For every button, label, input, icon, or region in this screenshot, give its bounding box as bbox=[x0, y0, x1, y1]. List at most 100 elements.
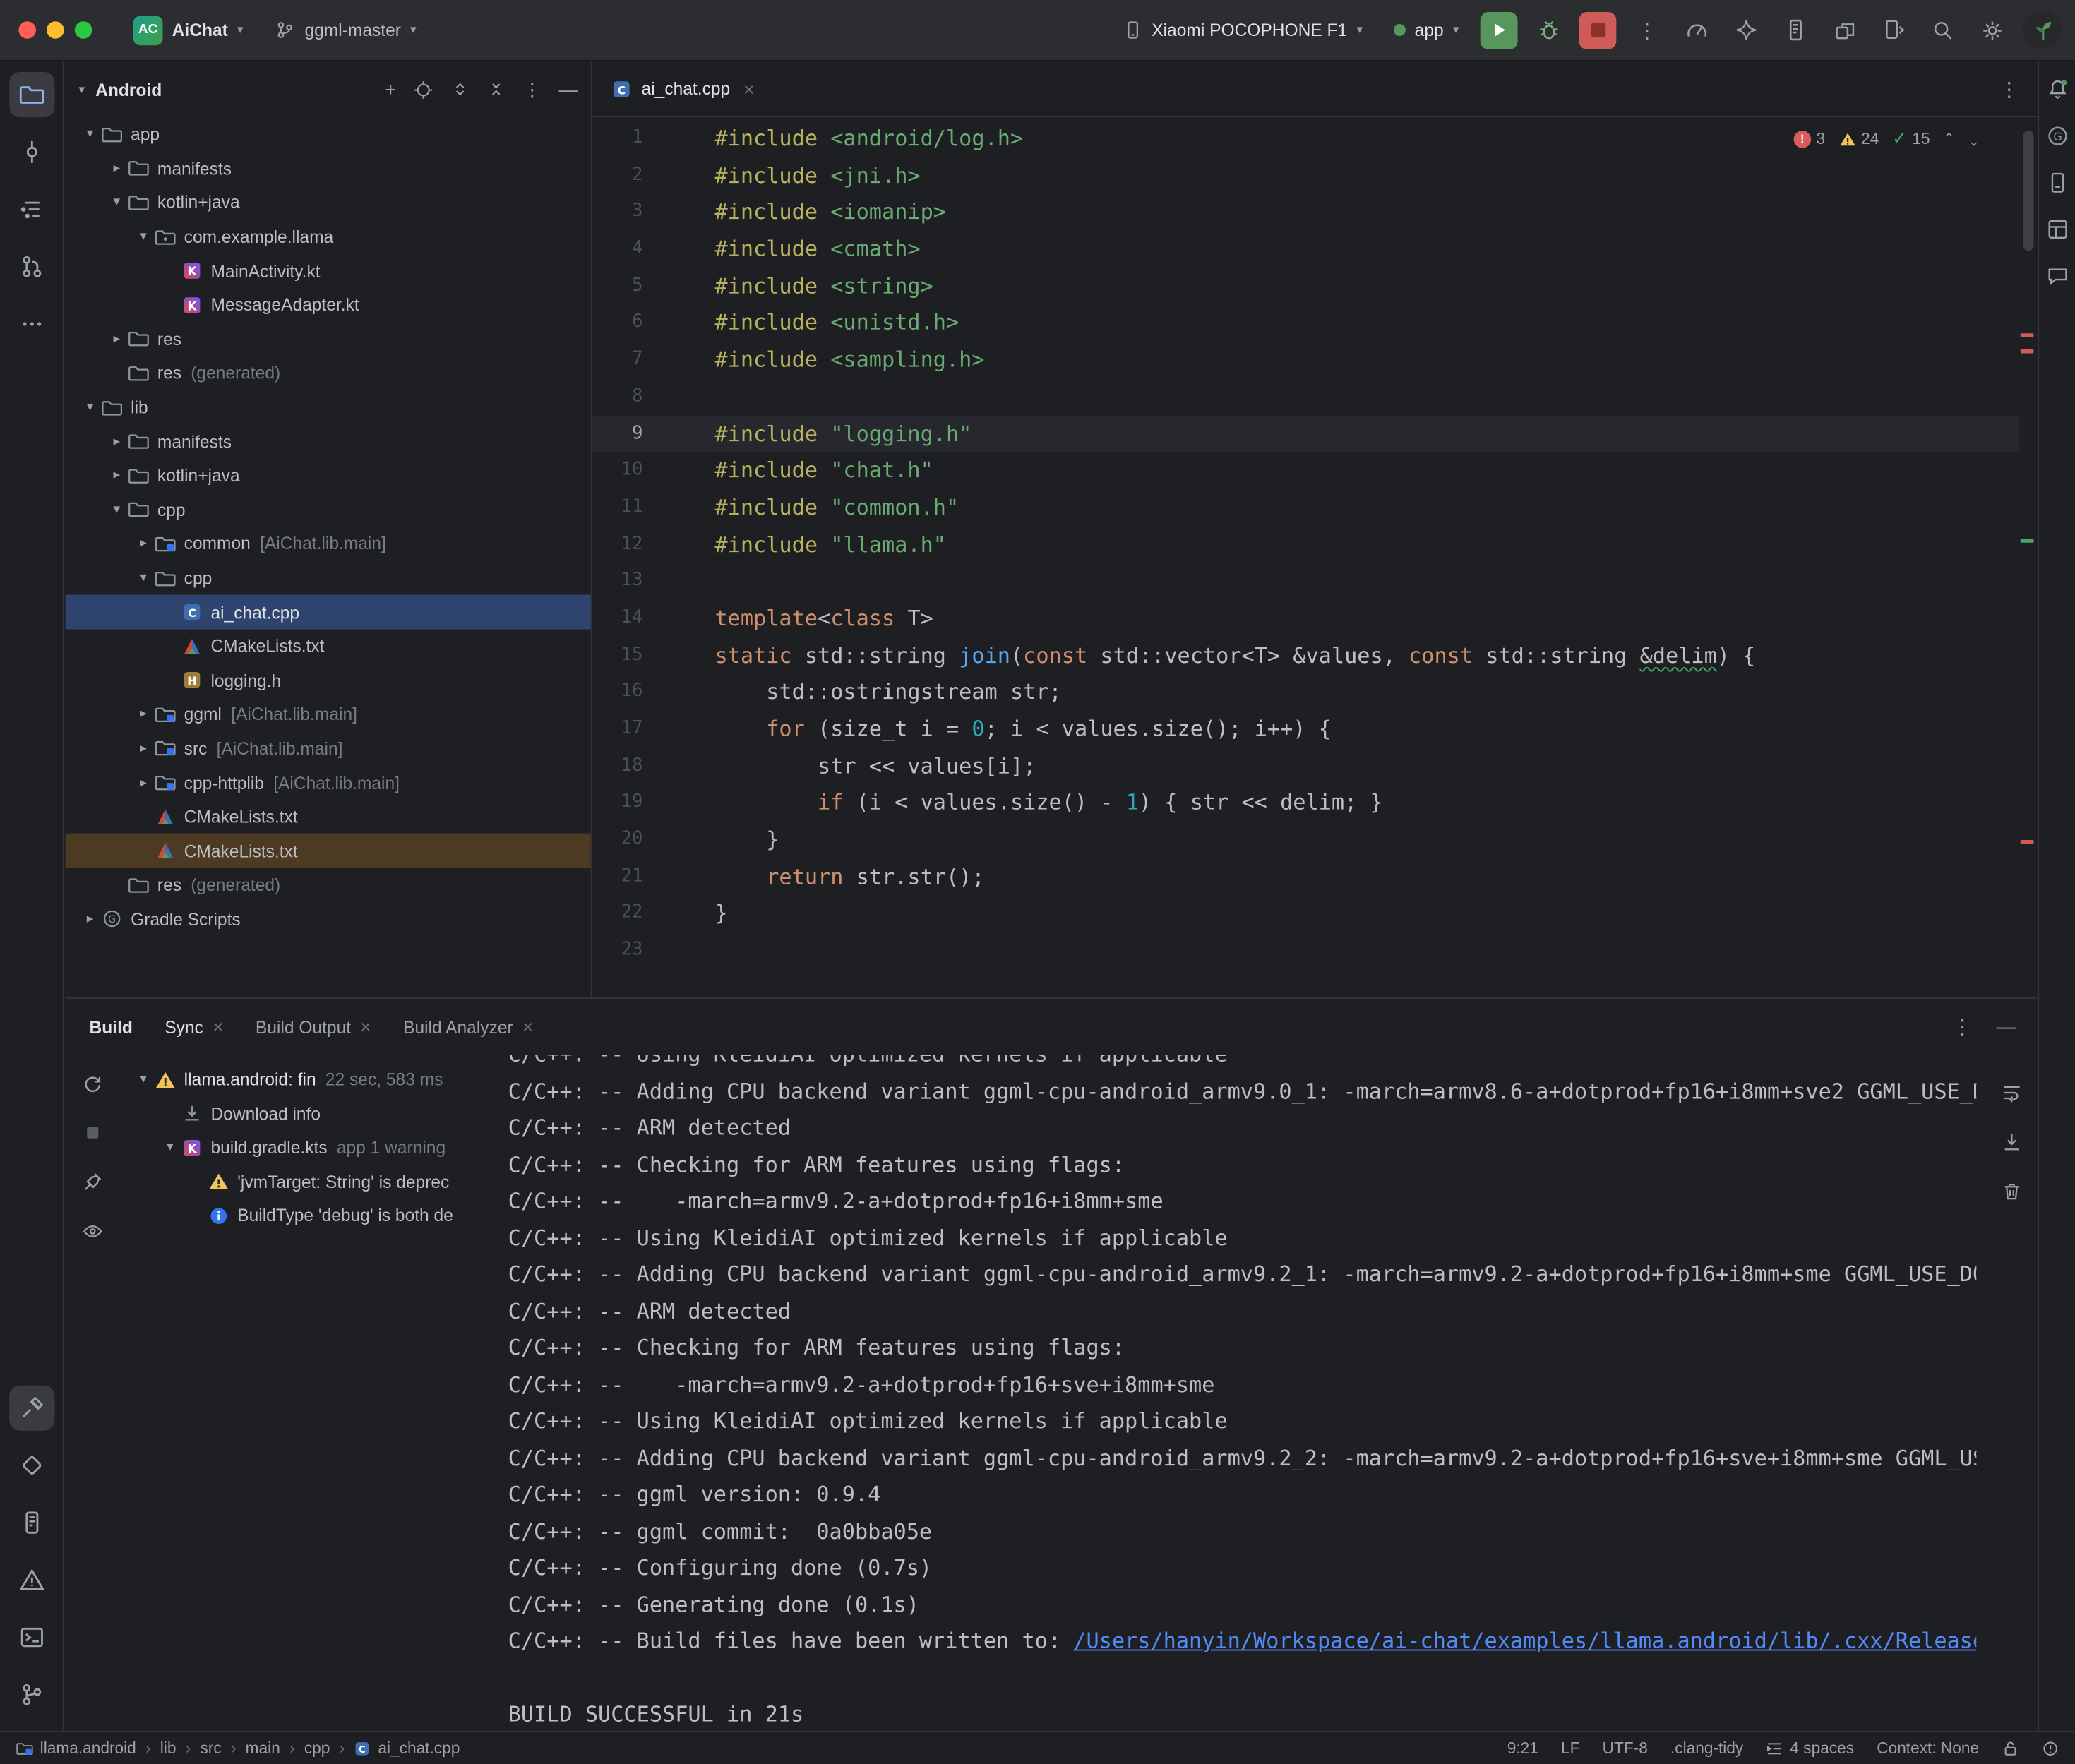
line-number[interactable]: 10 bbox=[592, 452, 643, 489]
project-selector[interactable]: AC AiChat ▾ bbox=[124, 10, 253, 50]
locate-file-icon[interactable] bbox=[414, 79, 433, 99]
next-problem-icon[interactable]: ⌃ bbox=[1968, 131, 1979, 146]
breadcrumb-item[interactable]: Cai_chat.cpp bbox=[354, 1739, 460, 1757]
line-number[interactable]: 19 bbox=[592, 784, 643, 821]
profile-avatar[interactable] bbox=[2023, 11, 2062, 49]
chevron-right-icon[interactable]: ▸ bbox=[105, 161, 128, 176]
line-number[interactable]: 4 bbox=[592, 231, 643, 268]
close-tab-icon[interactable]: × bbox=[360, 1016, 371, 1037]
device-mirroring-button[interactable] bbox=[1875, 11, 1913, 49]
terminal-tool-button[interactable] bbox=[8, 1614, 54, 1660]
app-inspection-tool-button[interactable] bbox=[8, 1443, 54, 1488]
build-tab-sync[interactable]: Sync× bbox=[165, 1016, 223, 1037]
tree-row[interactable]: ▾cpp bbox=[66, 561, 591, 595]
line-number[interactable]: 12 bbox=[592, 526, 643, 563]
chevron-down-icon[interactable]: ▾ bbox=[78, 400, 101, 415]
chevron-down-icon[interactable]: ▾ bbox=[159, 1140, 181, 1155]
chevron-down-icon[interactable]: ▾ bbox=[105, 196, 128, 210]
line-number[interactable]: 1 bbox=[592, 120, 643, 157]
code-editor[interactable]: 1#include <android/log.h>2#include <jni.… bbox=[592, 120, 2019, 969]
more-actions-icon[interactable]: ⋮ bbox=[1628, 11, 1666, 49]
build-output-path-link[interactable]: /Users/hanyin/Workspace/ai-chat/examples… bbox=[1073, 1628, 1976, 1653]
tree-row[interactable]: ▾kotlin+java bbox=[66, 186, 591, 220]
profiler-button[interactable] bbox=[1678, 11, 1715, 49]
line-number[interactable]: 3 bbox=[592, 194, 643, 231]
tree-row[interactable]: ▸manifests bbox=[66, 424, 591, 458]
tree-row[interactable]: ▾Kbuild.gradle.ktsapp 1 warning bbox=[119, 1131, 508, 1165]
breadcrumb-item[interactable]: src bbox=[200, 1739, 221, 1757]
chevron-right-icon[interactable]: ▸ bbox=[105, 332, 128, 347]
tree-row[interactable]: ▾llama.android: fin22 sec, 583 ms bbox=[119, 1062, 508, 1096]
expand-all-icon[interactable] bbox=[450, 80, 469, 98]
options-kebab-icon[interactable]: ⋮ bbox=[522, 78, 541, 101]
settings-button[interactable] bbox=[1974, 11, 2011, 49]
device-explorer-tool-button[interactable] bbox=[2040, 165, 2074, 200]
caret-position[interactable]: 9:21 bbox=[1507, 1739, 1538, 1757]
tree-row[interactable]: CMakeLists.txt bbox=[66, 834, 591, 868]
tree-row[interactable]: Cai_chat.cpp bbox=[66, 595, 591, 629]
tree-row[interactable]: ▸ggml[AiChat.lib.main] bbox=[66, 697, 591, 731]
tree-row[interactable]: BuildType 'debug' is both de bbox=[119, 1199, 508, 1232]
device-selector[interactable]: Xiaomi POCOPHONE F1 ▾ bbox=[1113, 15, 1372, 45]
stop-button[interactable] bbox=[1579, 11, 1616, 49]
chevron-right-icon[interactable]: ▸ bbox=[132, 741, 155, 756]
tree-row[interactable]: ▸src[AiChat.lib.main] bbox=[66, 731, 591, 765]
rerun-sync-button[interactable] bbox=[75, 1065, 109, 1100]
run-button[interactable] bbox=[1481, 11, 1518, 49]
extensions-button[interactable] bbox=[1826, 11, 1863, 49]
line-number[interactable]: 11 bbox=[592, 489, 643, 526]
line-number[interactable]: 23 bbox=[592, 932, 643, 969]
tree-row[interactable]: ▸res bbox=[66, 322, 591, 356]
tree-row[interactable]: KMessageAdapter.kt bbox=[66, 288, 591, 322]
breadcrumb-item[interactable]: lib bbox=[160, 1739, 177, 1757]
notifications-status-icon[interactable] bbox=[2042, 1739, 2059, 1757]
breadcrumb-item[interactable]: llama.android bbox=[16, 1739, 136, 1757]
gemini-assistant-button[interactable] bbox=[1727, 11, 1764, 49]
tree-row[interactable]: KMainActivity.kt bbox=[66, 254, 591, 288]
tree-row[interactable]: ▸manifests bbox=[66, 152, 591, 186]
build-tab-build-output[interactable]: Build Output× bbox=[256, 1016, 371, 1037]
vcs-branch-selector[interactable]: ggml-master ▾ bbox=[266, 15, 426, 45]
line-number[interactable]: 13 bbox=[592, 563, 643, 600]
breadcrumb-item[interactable]: main bbox=[246, 1739, 280, 1757]
tree-row[interactable]: res(generated) bbox=[66, 868, 591, 902]
chevron-down-icon[interactable]: ▾ bbox=[132, 229, 155, 244]
chevron-down-icon[interactable]: ▾ bbox=[132, 1072, 155, 1087]
hide-panel-icon[interactable]: — bbox=[1997, 1015, 2016, 1038]
line-number[interactable]: 18 bbox=[592, 748, 643, 784]
hide-panel-icon[interactable]: — bbox=[558, 78, 577, 100]
build-tab-build-analyzer[interactable]: Build Analyzer× bbox=[403, 1016, 533, 1037]
line-number[interactable]: 20 bbox=[592, 822, 643, 858]
soft-wrap-button[interactable] bbox=[1995, 1076, 2027, 1108]
line-number[interactable]: 15 bbox=[592, 637, 643, 673]
tree-row[interactable]: CMakeLists.txt bbox=[66, 800, 591, 834]
more-tool-button[interactable] bbox=[8, 301, 54, 347]
chevron-right-icon[interactable]: ▸ bbox=[78, 912, 101, 927]
tree-row[interactable]: res(generated) bbox=[66, 356, 591, 390]
fullscreen-window-button[interactable] bbox=[75, 21, 92, 39]
indent-setting[interactable]: 4 spaces bbox=[1766, 1739, 1854, 1757]
editor-tab[interactable]: C ai_chat.cpp × bbox=[592, 61, 768, 116]
tree-row[interactable]: ▸GGradle Scripts bbox=[66, 902, 591, 936]
change-stripe-mark[interactable] bbox=[2021, 539, 2034, 543]
layout-inspector-tool-button[interactable] bbox=[2040, 212, 2074, 246]
line-separator[interactable]: LF bbox=[1561, 1739, 1579, 1757]
build-console[interactable]: C/C++: -- Using KleidiAI optimized kerne… bbox=[508, 1055, 1977, 1731]
line-number[interactable]: 22 bbox=[592, 895, 643, 932]
logcat-button[interactable] bbox=[1776, 11, 1814, 49]
close-tab-icon[interactable]: × bbox=[743, 78, 754, 100]
chevron-right-icon[interactable]: ▸ bbox=[105, 434, 128, 449]
project-view-selector[interactable]: Android bbox=[95, 79, 162, 99]
project-tool-button[interactable] bbox=[8, 72, 54, 117]
line-number[interactable]: 9 bbox=[592, 415, 643, 452]
structure-tool-button[interactable] bbox=[8, 186, 54, 232]
close-window-button[interactable] bbox=[18, 21, 36, 39]
line-number[interactable]: 21 bbox=[592, 858, 643, 895]
editor-tab-options-icon[interactable]: ⋮ bbox=[1980, 77, 2038, 101]
gradle-tool-button[interactable]: G bbox=[2040, 119, 2074, 153]
context-indicator[interactable]: Context: None bbox=[1877, 1739, 1979, 1757]
line-number[interactable]: 6 bbox=[592, 304, 643, 341]
line-number[interactable]: 7 bbox=[592, 342, 643, 378]
file-encoding[interactable]: UTF-8 bbox=[1603, 1739, 1648, 1757]
line-number[interactable]: 2 bbox=[592, 157, 643, 193]
